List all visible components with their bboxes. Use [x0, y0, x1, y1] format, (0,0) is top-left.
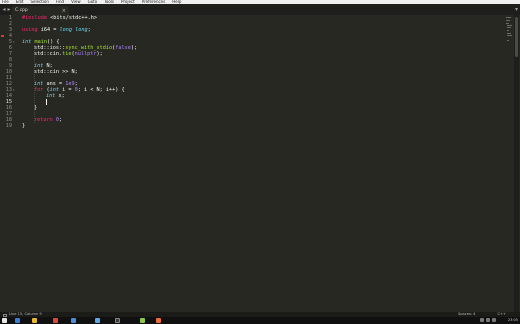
system-tray[interactable] — [480, 318, 504, 323]
code-line-18: return 0; — [34, 117, 63, 123]
minimap-line — [507, 35, 512, 36]
scrollbar-thumb[interactable] — [515, 17, 518, 57]
sublime-text-icon[interactable] — [156, 318, 161, 323]
fold-icon[interactable]: ▾ — [13, 39, 16, 45]
tab-label: C.cpp — [15, 8, 28, 13]
code-line-14: int x; — [46, 93, 65, 99]
network-icon[interactable] — [486, 318, 490, 322]
minimap-line — [507, 27, 511, 28]
browser-icon[interactable] — [53, 318, 58, 323]
code-line-19: } — [22, 123, 26, 129]
code-line-16: } — [34, 105, 38, 111]
code-line-1: #include <bits/stdc++.h> — [22, 15, 97, 21]
vertical-scrollbar[interactable] — [514, 15, 519, 312]
minimap-line — [507, 30, 509, 31]
terminal-icon[interactable] — [115, 318, 120, 323]
code-editor[interactable]: #include <bits/stdc++.h> using i64 = lon… — [22, 15, 492, 312]
minimap-line — [506, 20, 510, 21]
os-taskbar: 23:05 — [0, 317, 520, 324]
tab-close-icon[interactable]: × — [62, 8, 66, 14]
code-line-3: using i64 = long long; — [22, 27, 91, 33]
minimap[interactable] — [506, 15, 512, 95]
taskbar-clock[interactable]: 23:05 — [508, 317, 518, 324]
text-cursor — [46, 99, 47, 105]
tab-strip: ◂ ▸ C.cpp × ▾ — [0, 4, 520, 15]
tray-icon[interactable] — [480, 318, 484, 322]
minimap-line — [507, 40, 509, 41]
taskbar-app-icon[interactable] — [95, 318, 100, 323]
minimap-line — [507, 33, 511, 34]
file-explorer-icon[interactable] — [32, 318, 37, 323]
line-number: 19 — [5, 123, 12, 129]
minimap-line — [507, 25, 512, 26]
line-number-gutter: 1 2 3 4 5 6 7 8 9 10 11 12 13 14 15 16 1… — [0, 15, 16, 312]
fold-icon[interactable]: ▾ — [13, 87, 16, 93]
tab-list-icon[interactable]: ▾ — [515, 6, 518, 13]
code-line-7: std::cin.tie(nullptr); — [34, 51, 103, 57]
minimap-line — [506, 17, 511, 18]
minimap-line — [506, 23, 509, 24]
start-icon[interactable] — [2, 318, 7, 323]
taskbar-app-icon[interactable] — [15, 318, 20, 323]
volume-icon[interactable] — [492, 318, 496, 322]
modified-marker — [1, 35, 4, 37]
taskbar-app-icon[interactable] — [71, 318, 76, 323]
tab-c-cpp[interactable]: C.cpp × — [12, 6, 69, 15]
code-line-10: std::cin >> N; — [34, 69, 78, 75]
taskbar-app-icon[interactable] — [140, 318, 145, 323]
